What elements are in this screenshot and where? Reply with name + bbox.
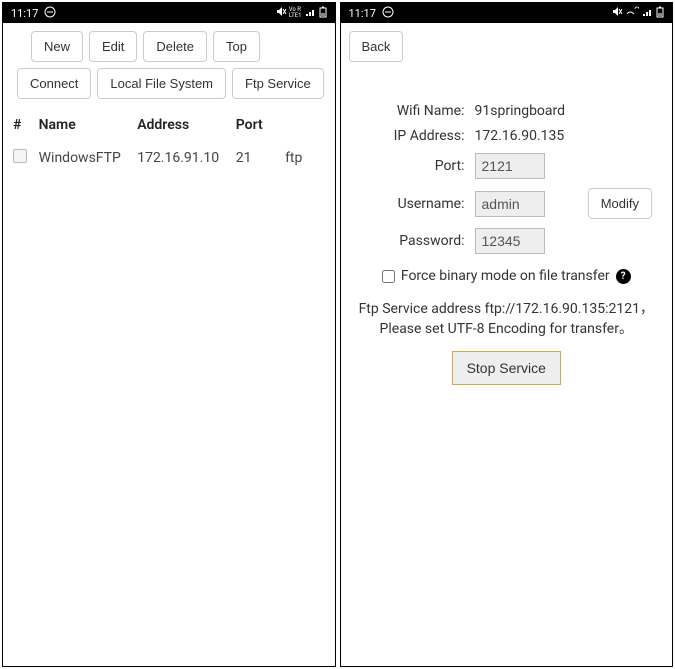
port-input[interactable] [475, 153, 545, 179]
back-button[interactable]: Back [349, 31, 404, 62]
local-fs-button[interactable]: Local File System [97, 68, 226, 99]
row-checkbox[interactable] [13, 149, 27, 163]
row-name: WindowsFTP [39, 150, 138, 166]
battery-icon [655, 6, 664, 21]
status-dnd-icon [44, 6, 56, 21]
ftp-config-form: Wifi Name: 91springboard IP Address: 172… [349, 90, 665, 389]
password-label: Password: [355, 233, 475, 249]
ip-label: IP Address: [355, 128, 475, 144]
phone-right: 11:17 Back Wifi Name: 91s [340, 2, 674, 667]
col-address: Address [137, 117, 236, 133]
password-input[interactable] [475, 228, 545, 254]
edit-button[interactable]: Edit [89, 31, 137, 62]
row-type: ftp [285, 150, 324, 166]
connect-button[interactable]: Connect [17, 68, 91, 99]
ip-value: 172.16.90.135 [475, 128, 659, 144]
content-right: Back Wifi Name: 91springboard IP Address… [341, 23, 673, 666]
binary-mode-label: Force binary mode on file transfer [401, 268, 610, 284]
battery-icon [318, 6, 327, 21]
binary-mode-checkbox[interactable] [382, 270, 395, 283]
new-button[interactable]: New [31, 31, 83, 62]
row-port: 21 [236, 150, 285, 166]
help-icon[interactable]: ? [616, 269, 631, 284]
encoding-line: Please set UTF-8 Encoding for transfer。 [380, 321, 633, 337]
top-button[interactable]: Top [213, 31, 260, 62]
phone-left: 11:17 Vo RLTE1 New Edit Delete Top C [2, 2, 336, 667]
col-port: Port [236, 117, 285, 133]
wifi-call-icon [625, 6, 639, 20]
username-input[interactable] [475, 191, 545, 217]
status-bar: 11:17 Vo RLTE1 [3, 3, 335, 23]
delete-button[interactable]: Delete [143, 31, 207, 62]
content-left: New Edit Delete Top Connect Local File S… [3, 23, 335, 666]
col-name: Name [39, 117, 138, 133]
mute-icon [275, 6, 287, 20]
connections-table: # Name Address Port WindowsFTP 172.16.91… [11, 109, 327, 175]
signal-icon [641, 6, 653, 20]
wifi-value: 91springboard [475, 103, 659, 119]
table-header: # Name Address Port [11, 109, 327, 141]
volte-icon: Vo RLTE1 [289, 7, 302, 19]
mute-icon [611, 6, 623, 20]
status-dnd-icon [382, 6, 394, 21]
status-time: 11:17 [349, 7, 376, 20]
service-info: Ftp Service address ftp://172.16.90.135:… [359, 300, 655, 339]
row-address: 172.16.91.10 [137, 150, 236, 166]
status-bar: 11:17 [341, 3, 673, 23]
status-time: 11:17 [11, 7, 38, 20]
port-label: Port: [355, 158, 475, 174]
stop-service-button[interactable]: Stop Service [452, 351, 561, 385]
wifi-label: Wifi Name: [355, 103, 475, 119]
table-row[interactable]: WindowsFTP 172.16.91.10 21 ftp [11, 141, 327, 175]
ftp-service-button[interactable]: Ftp Service [232, 68, 324, 99]
service-address-line: Ftp Service address ftp://172.16.90.135:… [359, 301, 654, 317]
username-label: Username: [355, 196, 475, 212]
col-idx: # [13, 117, 39, 133]
signal-icon [304, 6, 316, 20]
modify-button[interactable]: Modify [588, 188, 652, 219]
